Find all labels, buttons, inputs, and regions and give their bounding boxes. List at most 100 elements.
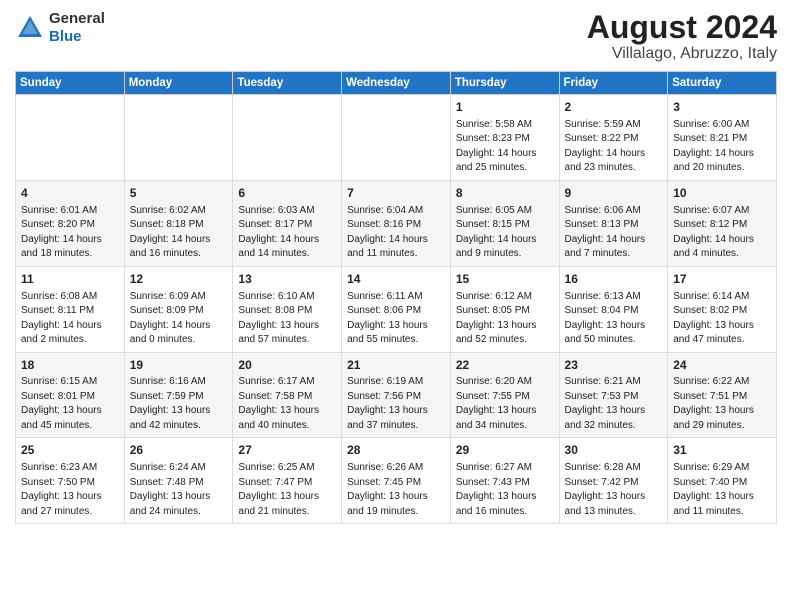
calendar-body: 1 Sunrise: 5:58 AM Sunset: 8:23 PM Daylig… <box>16 95 777 524</box>
weekday-header-monday: Monday <box>124 72 233 95</box>
calendar-cell: 16Sunrise: 6:13 AM Sunset: 8:04 PM Dayli… <box>559 266 668 352</box>
calendar-week-4: 25Sunrise: 6:23 AM Sunset: 7:50 PM Dayli… <box>16 438 777 524</box>
day-number: 19 <box>130 357 228 374</box>
weekday-header-sunday: Sunday <box>16 72 125 95</box>
day-number: 23 <box>565 357 663 374</box>
weekday-header-friday: Friday <box>559 72 668 95</box>
day-number: 24 <box>673 357 771 374</box>
day-info: Sunrise: 6:03 AM Sunset: 8:17 PM Dayligh… <box>238 204 336 262</box>
day-number: 3 <box>673 99 771 116</box>
day-number: 13 <box>238 271 336 288</box>
calendar-cell: 22Sunrise: 6:20 AM Sunset: 7:55 PM Dayli… <box>450 352 559 438</box>
page: General Blue August 2024 Villalago, Abru… <box>0 0 792 612</box>
day-number: 30 <box>565 442 663 459</box>
day-info: Sunrise: 6:15 AM Sunset: 8:01 PM Dayligh… <box>21 375 119 433</box>
day-number: 15 <box>456 271 554 288</box>
calendar-cell: 19Sunrise: 6:16 AM Sunset: 7:59 PM Dayli… <box>124 352 233 438</box>
calendar-cell: 23Sunrise: 6:21 AM Sunset: 7:53 PM Dayli… <box>559 352 668 438</box>
day-info: Sunrise: 6:20 AM Sunset: 7:55 PM Dayligh… <box>456 375 554 433</box>
logo-blue: Blue <box>49 28 82 45</box>
day-info: Sunrise: 6:12 AM Sunset: 8:05 PM Dayligh… <box>456 290 554 348</box>
day-info: Sunrise: 6:21 AM Sunset: 7:53 PM Dayligh… <box>565 375 663 433</box>
title-block: August 2024 Villalago, Abruzzo, Italy <box>587 10 777 63</box>
calendar-cell: 8Sunrise: 6:05 AM Sunset: 8:15 PM Daylig… <box>450 180 559 266</box>
calendar-cell: 7Sunrise: 6:04 AM Sunset: 8:16 PM Daylig… <box>342 180 451 266</box>
day-info: Sunrise: 6:02 AM Sunset: 8:18 PM Dayligh… <box>130 204 228 262</box>
weekday-header-thursday: Thursday <box>450 72 559 95</box>
day-info: Sunrise: 6:09 AM Sunset: 8:09 PM Dayligh… <box>130 290 228 348</box>
calendar-cell: 9 Sunrise: 6:06 AM Sunset: 8:13 PM Daylig… <box>559 180 668 266</box>
day-number: 10 <box>673 185 771 202</box>
calendar-cell: 6 Sunrise: 6:03 AM Sunset: 8:17 PM Daylig… <box>233 180 342 266</box>
calendar-cell: 21Sunrise: 6:19 AM Sunset: 7:56 PM Dayli… <box>342 352 451 438</box>
day-number: 31 <box>673 442 771 459</box>
day-info: Sunrise: 6:05 AM Sunset: 8:15 PM Dayligh… <box>456 204 554 262</box>
calendar-cell: 10 Sunrise: 6:07 AM Sunset: 8:12 PM Dayli… <box>668 180 777 266</box>
day-info: Sunrise: 6:10 AM Sunset: 8:08 PM Dayligh… <box>238 290 336 348</box>
calendar-cell: 25Sunrise: 6:23 AM Sunset: 7:50 PM Dayli… <box>16 438 125 524</box>
day-number: 1 <box>456 99 554 116</box>
calendar-week-2: 11 Sunrise: 6:08 AM Sunset: 8:11 PM Dayli… <box>16 266 777 352</box>
day-number: 29 <box>456 442 554 459</box>
day-info: Sunrise: 6:04 AM Sunset: 8:16 PM Dayligh… <box>347 204 445 262</box>
day-info: Sunrise: 6:08 AM Sunset: 8:11 PM Dayligh… <box>21 290 119 348</box>
day-info: Sunrise: 6:24 AM Sunset: 7:48 PM Dayligh… <box>130 461 228 519</box>
day-number: 27 <box>238 442 336 459</box>
day-number: 17 <box>673 271 771 288</box>
day-number: 11 <box>21 271 119 288</box>
day-number: 6 <box>238 185 336 202</box>
day-info: Sunrise: 5:58 AM Sunset: 8:23 PM Dayligh… <box>456 118 554 176</box>
calendar-cell: 2 Sunrise: 5:59 AM Sunset: 8:22 PM Daylig… <box>559 95 668 181</box>
day-info: Sunrise: 6:06 AM Sunset: 8:13 PM Dayligh… <box>565 204 663 262</box>
calendar-cell: 17 Sunrise: 6:14 AM Sunset: 8:02 PM Dayli… <box>668 266 777 352</box>
day-info: Sunrise: 6:27 AM Sunset: 7:43 PM Dayligh… <box>456 461 554 519</box>
calendar-cell <box>124 95 233 181</box>
logo-icon <box>15 13 45 43</box>
day-info: Sunrise: 6:13 AM Sunset: 8:04 PM Dayligh… <box>565 290 663 348</box>
calendar-cell <box>342 95 451 181</box>
day-info: Sunrise: 6:25 AM Sunset: 7:47 PM Dayligh… <box>238 461 336 519</box>
day-info: Sunrise: 6:16 AM Sunset: 7:59 PM Dayligh… <box>130 375 228 433</box>
day-number: 12 <box>130 271 228 288</box>
calendar-cell: 29 Sunrise: 6:27 AM Sunset: 7:43 PM Dayli… <box>450 438 559 524</box>
logo: General Blue <box>15 10 105 46</box>
calendar-cell: 3 Sunrise: 6:00 AM Sunset: 8:21 PM Daylig… <box>668 95 777 181</box>
calendar-cell: 27 Sunrise: 6:25 AM Sunset: 7:47 PM Dayli… <box>233 438 342 524</box>
calendar-cell: 18Sunrise: 6:15 AM Sunset: 8:01 PM Dayli… <box>16 352 125 438</box>
day-info: Sunrise: 6:23 AM Sunset: 7:50 PM Dayligh… <box>21 461 119 519</box>
calendar-cell: 12 Sunrise: 6:09 AM Sunset: 8:09 PM Dayli… <box>124 266 233 352</box>
weekday-header-wednesday: Wednesday <box>342 72 451 95</box>
calendar-cell: 20Sunrise: 6:17 AM Sunset: 7:58 PM Dayli… <box>233 352 342 438</box>
day-info: Sunrise: 6:17 AM Sunset: 7:58 PM Dayligh… <box>238 375 336 433</box>
day-info: Sunrise: 6:28 AM Sunset: 7:42 PM Dayligh… <box>565 461 663 519</box>
calendar-cell: 14Sunrise: 6:11 AM Sunset: 8:06 PM Dayli… <box>342 266 451 352</box>
logo-general: General <box>49 10 105 27</box>
day-info: Sunrise: 5:59 AM Sunset: 8:22 PM Dayligh… <box>565 118 663 176</box>
day-number: 9 <box>565 185 663 202</box>
logo-text: General Blue <box>49 10 105 46</box>
day-info: Sunrise: 6:14 AM Sunset: 8:02 PM Dayligh… <box>673 290 771 348</box>
calendar-cell: 15 Sunrise: 6:12 AM Sunset: 8:05 PM Dayli… <box>450 266 559 352</box>
calendar-cell: 5Sunrise: 6:02 AM Sunset: 8:18 PM Daylig… <box>124 180 233 266</box>
weekday-header-tuesday: Tuesday <box>233 72 342 95</box>
calendar-week-3: 18Sunrise: 6:15 AM Sunset: 8:01 PM Dayli… <box>16 352 777 438</box>
weekday-header-saturday: Saturday <box>668 72 777 95</box>
calendar-cell: 31Sunrise: 6:29 AM Sunset: 7:40 PM Dayli… <box>668 438 777 524</box>
calendar-cell: 28Sunrise: 6:26 AM Sunset: 7:45 PM Dayli… <box>342 438 451 524</box>
day-number: 2 <box>565 99 663 116</box>
day-info: Sunrise: 6:01 AM Sunset: 8:20 PM Dayligh… <box>21 204 119 262</box>
calendar-cell: 13 Sunrise: 6:10 AM Sunset: 8:08 PM Dayli… <box>233 266 342 352</box>
calendar-week-1: 4Sunrise: 6:01 AM Sunset: 8:20 PM Daylig… <box>16 180 777 266</box>
calendar-week-0: 1 Sunrise: 5:58 AM Sunset: 8:23 PM Daylig… <box>16 95 777 181</box>
calendar-cell: 26 Sunrise: 6:24 AM Sunset: 7:48 PM Dayli… <box>124 438 233 524</box>
calendar-header: SundayMondayTuesdayWednesdayThursdayFrid… <box>16 72 777 95</box>
location: Villalago, Abruzzo, Italy <box>587 45 777 63</box>
day-info: Sunrise: 6:00 AM Sunset: 8:21 PM Dayligh… <box>673 118 771 176</box>
calendar-cell <box>16 95 125 181</box>
day-number: 26 <box>130 442 228 459</box>
calendar: SundayMondayTuesdayWednesdayThursdayFrid… <box>15 71 777 524</box>
day-number: 14 <box>347 271 445 288</box>
calendar-cell: 24Sunrise: 6:22 AM Sunset: 7:51 PM Dayli… <box>668 352 777 438</box>
day-info: Sunrise: 6:07 AM Sunset: 8:12 PM Dayligh… <box>673 204 771 262</box>
calendar-cell: 11 Sunrise: 6:08 AM Sunset: 8:11 PM Dayli… <box>16 266 125 352</box>
